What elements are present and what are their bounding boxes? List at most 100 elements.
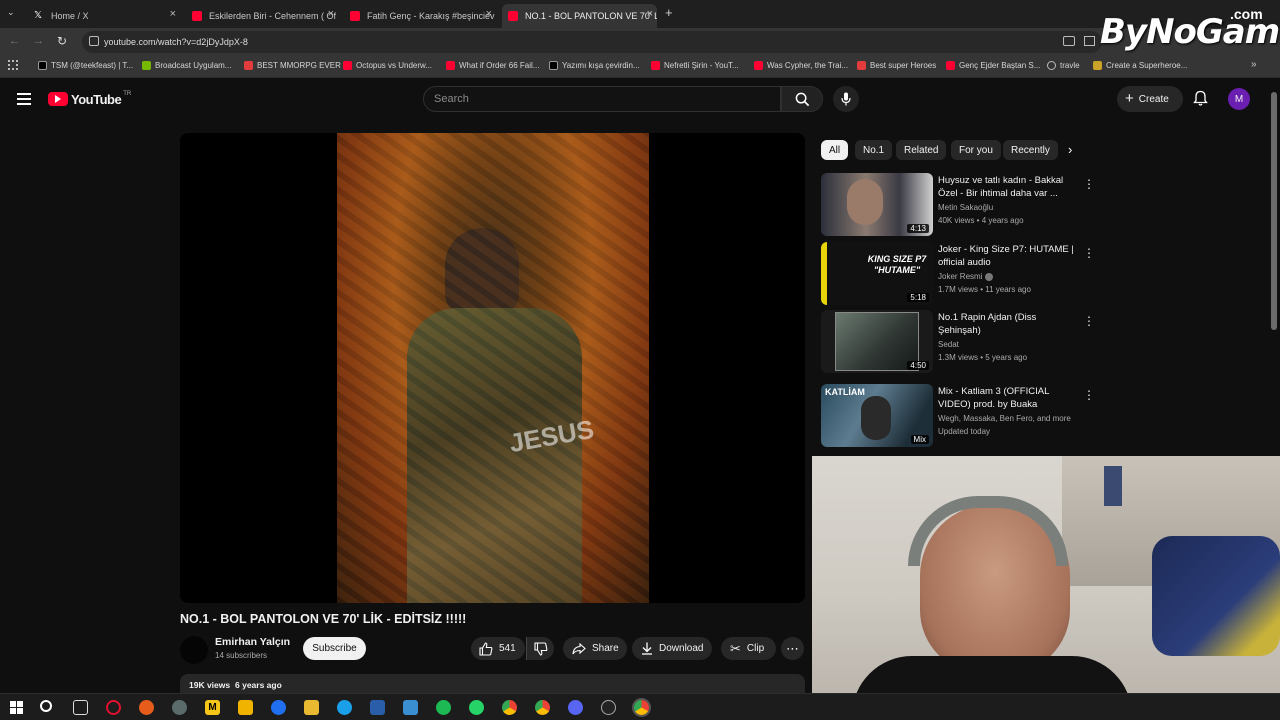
bookmark-item[interactable]: Broadcast Uygulam... [142, 61, 231, 70]
chip-recently[interactable]: Recently [1003, 140, 1058, 160]
channel-name[interactable]: Metin Sakaoğlu [938, 203, 993, 212]
reload-icon[interactable]: ↻ [57, 34, 67, 48]
description-box[interactable]: 19K views 6 years ago [180, 674, 805, 694]
spotify-icon[interactable] [436, 700, 451, 715]
more-vert-icon[interactable]: ⋮ [1083, 388, 1095, 402]
search-input[interactable]: Search [423, 86, 781, 112]
app-icon[interactable] [601, 700, 616, 715]
bookmarks-overflow-icon[interactable]: » [1251, 59, 1257, 70]
task-view-icon[interactable] [73, 700, 88, 715]
video-thumbnail[interactable]: KATLİAM Mix [821, 384, 933, 447]
bookmark-item[interactable]: Nefretli Şirin - YouT... [651, 61, 739, 70]
app-icon[interactable] [370, 700, 385, 715]
video-title: NO.1 - BOL PANTOLON VE 70' LİK - EDİTSİZ… [180, 612, 467, 626]
page-scrollbar[interactable] [1271, 92, 1277, 330]
bookmark-item[interactable]: TSM (@teekfeast) | T... [38, 61, 133, 70]
chip-all[interactable]: All [821, 140, 849, 160]
firefox-icon[interactable] [139, 700, 154, 715]
tab-search-icon[interactable]: ⌄ [7, 7, 15, 18]
app-icon[interactable] [403, 700, 418, 715]
chip-related[interactable]: Related [896, 140, 947, 160]
discord-icon[interactable] [568, 700, 583, 715]
app-icon[interactable] [271, 700, 286, 715]
youtube-logo[interactable]: YouTube TR [48, 90, 131, 108]
chevron-right-icon[interactable]: › [1068, 142, 1072, 157]
bookmark-item[interactable]: Octopus vs Underw... [343, 61, 432, 70]
search-button[interactable] [781, 86, 823, 112]
close-icon[interactable]: × [328, 8, 334, 20]
menu-icon[interactable] [17, 93, 31, 105]
video-title[interactable]: No.1 Rapin Ajdan (Diss Şehinşah) [938, 311, 1078, 337]
edge-icon[interactable] [337, 700, 352, 715]
more-vert-icon[interactable]: ⋮ [1083, 246, 1095, 260]
notifications-button[interactable] [1193, 90, 1208, 112]
back-icon[interactable]: ← [9, 35, 20, 47]
cast-icon[interactable] [1063, 36, 1075, 46]
video-title[interactable]: Huysuz ve tatlı kadın - Bakkal Özel - Bi… [938, 174, 1078, 200]
video-thumbnail[interactable]: KING SIZE P7 "HUTAME" 5:18 [821, 242, 933, 305]
chip-no1[interactable]: No.1 [855, 140, 893, 160]
thumbnail-person [847, 179, 883, 225]
video-thumbnail[interactable]: 4:13 [821, 173, 933, 236]
video-title[interactable]: Mix - Katliam 3 (OFFICIAL VIDEO) prod. b… [938, 385, 1078, 411]
translate-icon[interactable] [1084, 36, 1095, 46]
voice-search-button[interactable] [833, 86, 859, 112]
video-player[interactable]: JESUS [180, 133, 805, 603]
apps-grid-icon[interactable] [8, 60, 18, 70]
new-tab-icon[interactable]: + [665, 5, 673, 20]
bookmark-item[interactable]: BEST MMORPG EVER [244, 61, 341, 70]
like-button[interactable]: 541 [471, 637, 525, 660]
tab-home-x[interactable]: 𝕏 Home / X × [28, 4, 180, 28]
recommended-video[interactable]: KATLİAM Mix Mix - Katliam 3 (OFFICIAL VI… [821, 384, 1101, 448]
dislike-button[interactable] [526, 637, 554, 660]
recommended-video[interactable]: KING SIZE P7 "HUTAME" 5:18 Joker - King … [821, 242, 1101, 306]
share-button[interactable]: Share [563, 637, 627, 660]
close-icon[interactable]: × [647, 8, 653, 20]
tab-eskilerden[interactable]: Eskilerden Biri - Cehennem ( Of × [186, 4, 338, 28]
app-icon[interactable] [172, 700, 187, 715]
chrome-active-icon[interactable] [634, 700, 649, 715]
video-title[interactable]: Joker - King Size P7: HUTAME | official … [938, 243, 1078, 269]
search-icon[interactable] [40, 700, 52, 712]
bookmark-item[interactable]: What if Order 66 Fail... [446, 61, 539, 70]
close-icon[interactable]: × [170, 8, 176, 20]
chrome-icon[interactable] [535, 700, 550, 715]
channel-name[interactable]: Sedat [938, 340, 959, 349]
windows-start-icon[interactable] [9, 700, 24, 715]
bookmark-item[interactable]: Was Cypher, the Trai... [754, 61, 848, 70]
clip-button[interactable]: ✂ Clip [721, 637, 776, 660]
create-button[interactable]: + Create [1117, 86, 1183, 112]
file-explorer-icon[interactable] [304, 700, 319, 715]
store-icon[interactable] [238, 700, 253, 715]
bookmark-item[interactable]: Create a Superheroe... [1093, 61, 1187, 70]
close-icon[interactable]: × [486, 8, 492, 20]
bookmark-item[interactable]: Best super Heroes [857, 61, 936, 70]
avatar[interactable]: M [1228, 88, 1250, 110]
channel-avatar[interactable] [180, 636, 208, 664]
recommended-video[interactable]: 4:50 No.1 Rapin Ajdan (Diss Şehinşah) Se… [821, 310, 1101, 374]
bookmark-label: What if Order 66 Fail... [459, 61, 540, 70]
opera-icon[interactable] [106, 700, 121, 715]
bookmark-item[interactable]: Genç Ejder Baştan S... [946, 61, 1040, 70]
site-info-icon[interactable] [89, 36, 99, 46]
chrome-icon[interactable] [502, 700, 517, 715]
channel-name[interactable]: Emirhan Yalçın [215, 636, 290, 648]
bookmark-item[interactable]: Yazımı kışa çevirdin... [549, 61, 640, 70]
video-thumbnail[interactable]: 4:50 [821, 310, 933, 373]
more-vert-icon[interactable]: ⋮ [1083, 314, 1095, 328]
whatsapp-icon[interactable] [469, 700, 484, 715]
recommended-video[interactable]: 4:13 Huysuz ve tatlı kadın - Bakkal Özel… [821, 173, 1101, 237]
bookmark-item[interactable]: travle [1047, 61, 1080, 70]
channel-name[interactable]: Wegh, Massaka, Ben Fero, and more [938, 414, 1071, 423]
download-button[interactable]: Download [632, 637, 712, 660]
m-app-icon[interactable]: M [205, 700, 220, 715]
more-actions-button[interactable]: ⋯ [781, 637, 804, 660]
forward-icon[interactable]: → [33, 35, 44, 47]
url-bar[interactable]: youtube.com/watch?v=d2jDyJdpX-8 [82, 31, 1102, 53]
more-vert-icon[interactable]: ⋮ [1083, 177, 1095, 191]
tab-no1-bol-pantolon[interactable]: NO.1 - BOL PANTOLON VE 70' L × [502, 4, 657, 28]
channel-name[interactable]: Joker Resmi [938, 272, 993, 281]
tab-fatih-genc[interactable]: Fatih Genç - Karakış #beşinciev × [344, 4, 496, 28]
subscribe-button[interactable]: Subscribe [303, 637, 366, 660]
chip-for-you[interactable]: For you [951, 140, 1001, 160]
